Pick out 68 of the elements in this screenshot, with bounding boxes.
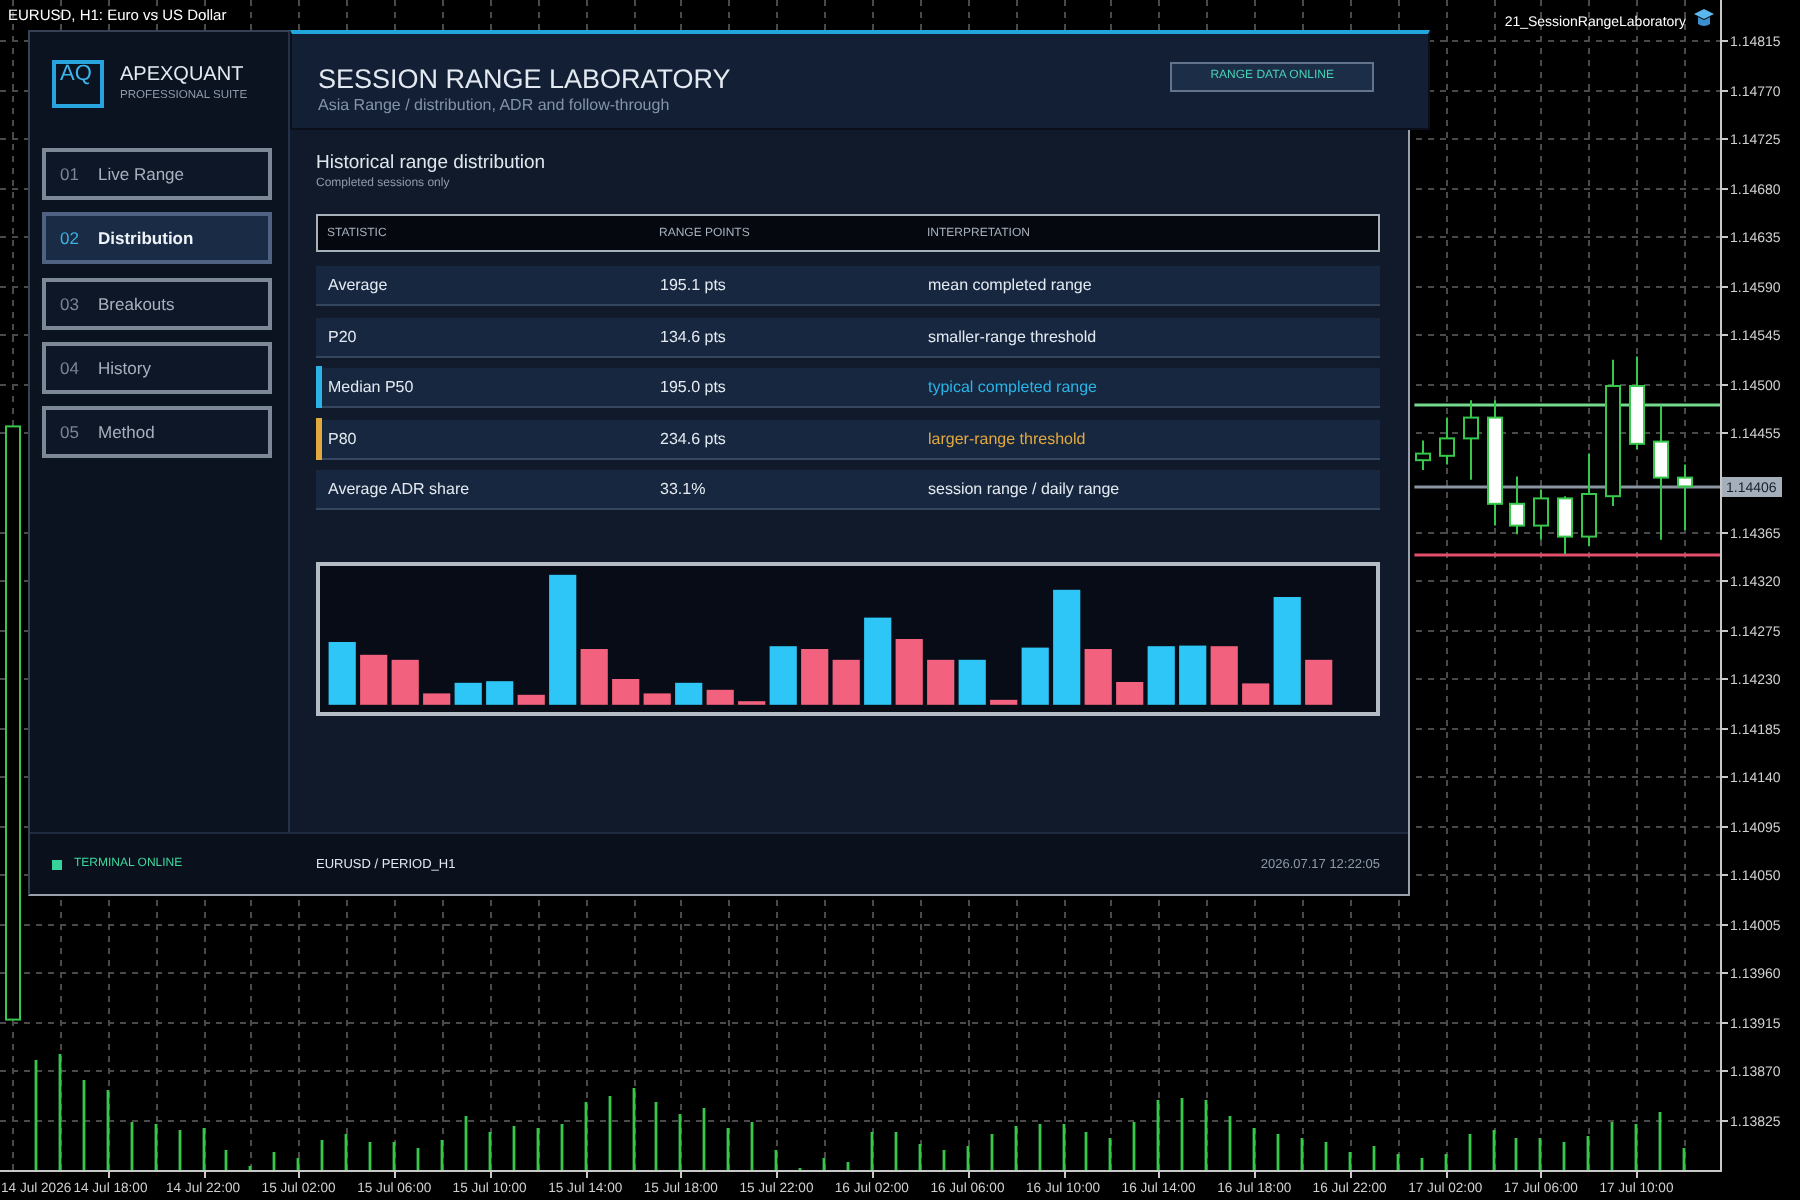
table-cell: larger-range threshold (928, 429, 1086, 447)
table-cell-text: 234.6 pts (660, 429, 728, 447)
bar (927, 659, 955, 705)
table-cell-text: 195.1 pts (660, 276, 728, 294)
bar (832, 659, 860, 705)
table-cell: smaller-range threshold (928, 327, 1097, 345)
page-subtitle: Asia Range / distribution, ADR and follow-through (318, 96, 670, 116)
nav-button[interactable]: 04 History (42, 341, 272, 394)
bar (769, 646, 797, 705)
nav-button[interactable]: 05 Method (42, 406, 272, 459)
table-cell-text: 134.6 pts (660, 327, 728, 345)
nav-button[interactable]: 02 Distribution (42, 212, 272, 265)
table-cell: mean completed range (928, 276, 1092, 294)
bar (612, 679, 640, 705)
brand-name: APEXQUANT (120, 64, 244, 88)
bar (1305, 659, 1333, 705)
candlestick (1487, 399, 1503, 527)
bar (1116, 682, 1144, 705)
bar (1084, 649, 1112, 705)
bar (1210, 646, 1238, 705)
section-title: Historical range distribution (316, 152, 546, 176)
bar (580, 649, 608, 705)
candlestick (1509, 475, 1525, 536)
candlestick (1533, 488, 1549, 541)
bar (391, 659, 419, 705)
bar (1179, 645, 1207, 705)
table-cell-text: 195.0 pts (660, 378, 728, 396)
bar (990, 699, 1018, 705)
page-title: SESSION RANGE LABORATORY (318, 64, 731, 96)
candlestick (1557, 495, 1573, 555)
bar (1273, 597, 1301, 705)
graduation-cap-icon (1694, 9, 1714, 26)
bar (423, 693, 451, 705)
logo-mark: AQ (52, 60, 104, 108)
table-cell-text: 33.1% (660, 480, 708, 498)
table-cell-text: Average (326, 276, 390, 294)
bar (1053, 589, 1081, 705)
bar (643, 693, 671, 705)
candlestick (1439, 416, 1455, 466)
bar (328, 642, 356, 705)
bar (486, 681, 514, 705)
bar (706, 689, 734, 705)
candlestick (1415, 439, 1431, 471)
candlestick (1677, 463, 1693, 531)
table-cell-text: P80 (326, 429, 359, 447)
table-cell: session range / daily range (928, 480, 1120, 498)
bar (958, 659, 986, 705)
bar (895, 639, 923, 705)
bar (1021, 647, 1049, 705)
bar (801, 649, 829, 705)
nav-button[interactable]: 01 Live Range (42, 148, 272, 200)
nav-button[interactable]: 03 Breakouts (42, 277, 272, 330)
bar (1242, 683, 1270, 705)
bar (1147, 646, 1175, 705)
table-cell-text: Median P50 (326, 378, 416, 396)
candlestick (1463, 399, 1479, 481)
candlestick (1629, 355, 1645, 451)
bar (675, 682, 703, 705)
bar (360, 654, 388, 705)
table-cell: typical completed range (928, 378, 1097, 396)
bar (549, 574, 577, 705)
candlestick (1581, 452, 1597, 548)
table-cell-text: P20 (326, 327, 359, 345)
bar (454, 682, 482, 705)
bar (864, 617, 892, 705)
bar (517, 694, 545, 705)
table-cell-text: Average ADR share (326, 480, 472, 498)
candlestick (1653, 404, 1669, 541)
